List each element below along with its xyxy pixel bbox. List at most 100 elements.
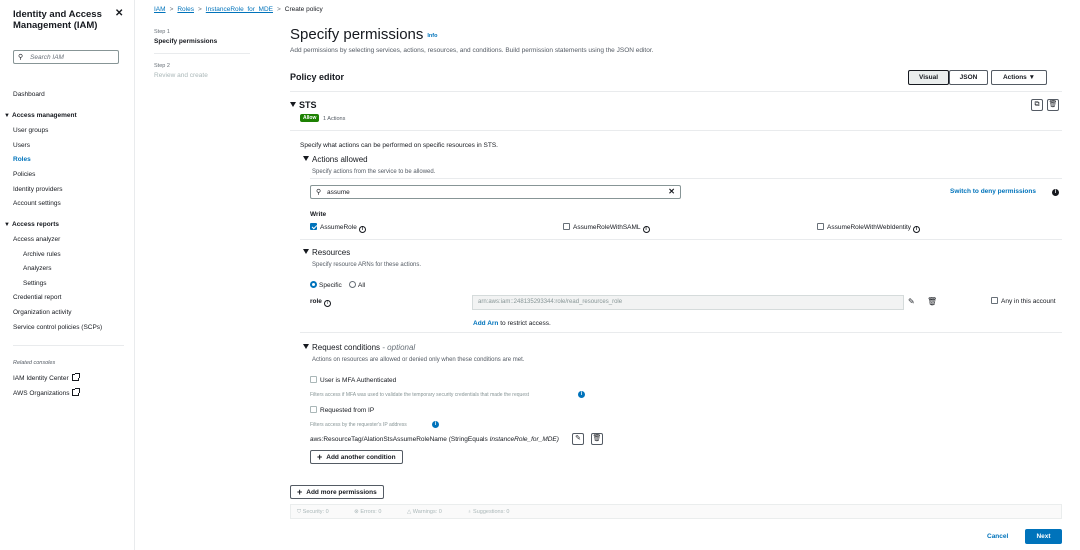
resources-desc: Specify resource ARNs for these actions.	[312, 262, 422, 268]
info-icon[interactable]: i	[642, 226, 650, 233]
effect-badge: Allow	[300, 114, 320, 122]
external-link-icon	[71, 373, 80, 381]
sidebar-item-credential-report[interactable]: Credential report	[13, 294, 61, 301]
radio-selected-icon[interactable]	[310, 281, 317, 288]
checkbox-icon[interactable]	[817, 223, 824, 230]
cancel-button[interactable]: Cancel	[987, 533, 1008, 540]
caret-down-icon	[303, 344, 309, 349]
step-2-text: Review and create	[154, 72, 208, 79]
role-arn-input[interactable]: arn:aws:iam::248135293344:role/read_reso…	[472, 295, 904, 310]
ip-condition[interactable]: Requested from IP	[310, 406, 374, 414]
resources-header[interactable]: Resources	[303, 248, 350, 257]
chevron-right-icon: >	[169, 6, 174, 13]
add-arn-link[interactable]: Add Arn	[473, 320, 498, 327]
mfa-condition[interactable]: User is MFA Authenticated	[310, 376, 396, 384]
info-icon[interactable]: i	[323, 300, 331, 307]
caret-down-icon	[303, 156, 309, 161]
related-consoles-label: Related consoles	[13, 360, 56, 366]
sidebar-item-settings[interactable]: Settings	[23, 280, 47, 287]
chevron-right-icon: >	[197, 6, 202, 13]
breadcrumb-iam[interactable]: IAM	[154, 6, 166, 13]
delete-icon[interactable]: 🗑	[591, 433, 603, 445]
divider	[310, 178, 1062, 179]
sidebar-item-roles[interactable]: Roles	[13, 156, 31, 163]
chevron-right-icon: >	[276, 6, 281, 13]
add-condition-button[interactable]: + Add another condition	[310, 450, 403, 464]
section-access-management[interactable]: ▼ Access management	[4, 112, 77, 119]
edit-icon[interactable]: ✎	[908, 297, 915, 306]
action-assumerolewithwebidentity[interactable]: AssumeRoleWithWebIdentity i	[817, 223, 921, 233]
sidebar-item-organization-activity[interactable]: Organization activity	[13, 309, 72, 316]
caret-down-icon	[290, 102, 296, 107]
info-icon[interactable]: i	[578, 390, 585, 398]
radio-specific[interactable]: Specific	[310, 281, 342, 289]
security-count: ⛉ Security: 0	[297, 509, 329, 515]
info-icon[interactable]: i	[432, 420, 439, 428]
sidebar-item-analyzers[interactable]: Analyzers	[23, 265, 52, 272]
next-button[interactable]: Next	[1025, 529, 1062, 544]
any-in-account-checkbox[interactable]: Any in this account	[991, 297, 1056, 305]
tab-json[interactable]: JSON	[949, 70, 988, 85]
checkbox-icon[interactable]	[991, 297, 998, 304]
add-arn-row: Add Arn to restrict access.	[473, 320, 551, 327]
info-icon[interactable]: i	[913, 226, 921, 233]
sidebar-item-access-analyzer[interactable]: Access analyzer	[13, 236, 60, 243]
external-link-icon	[72, 388, 81, 396]
warnings-count: △ Warnings: 0	[406, 509, 442, 515]
info-link[interactable]: Info	[427, 33, 437, 39]
policy-validation-bar[interactable]: ⛉ Security: 0 ⊗ Errors: 0 △ Warnings: 0 …	[290, 504, 1062, 519]
policy-editor-title: Policy editor	[290, 72, 345, 82]
sidebar-item-account-settings[interactable]: Account settings	[13, 200, 61, 207]
checkbox-icon[interactable]	[310, 406, 317, 413]
action-search-input[interactable]: ⚲ assume ✕	[310, 185, 681, 199]
checkbox-checked-icon[interactable]	[310, 223, 317, 230]
info-icon[interactable]: i	[1050, 187, 1059, 196]
main-content: Specify permissions Info Add permissions …	[290, 0, 1062, 550]
sidebar-item-archive-rules[interactable]: Archive rules	[23, 251, 61, 258]
conditions-desc: Actions on resources are allowed or deni…	[312, 357, 525, 363]
write-label: Write	[310, 211, 327, 218]
sidebar-item-users[interactable]: Users	[13, 142, 30, 149]
ip-desc: Filters access by the requester's IP add…	[310, 422, 407, 428]
add-more-permissions-button[interactable]: + Add more permissions	[290, 485, 384, 499]
mfa-desc: Filters access if MFA was used to valida…	[310, 392, 529, 398]
plus-icon: +	[317, 452, 323, 462]
sidebar-item-scps[interactable]: Service control policies (SCPs)	[13, 324, 102, 331]
action-assumerolewithsaml[interactable]: AssumeRoleWithSAML i	[563, 223, 650, 233]
action-assumerole[interactable]: AssumeRole i	[310, 223, 366, 233]
checkbox-icon[interactable]	[310, 376, 317, 383]
duplicate-icon[interactable]: ⧉	[1031, 99, 1043, 111]
divider	[300, 239, 1062, 240]
switch-deny-link[interactable]: Switch to deny permissions	[950, 188, 1036, 195]
sidebar-item-identity-providers[interactable]: Identity providers	[13, 186, 63, 193]
sidebar-item-iam-identity-center[interactable]: IAM Identity Center	[13, 373, 80, 382]
close-icon[interactable]: ✕	[115, 8, 123, 19]
breadcrumb-role[interactable]: InstanceRole_for_MDE	[206, 6, 273, 13]
errors-count: ⊗ Errors: 0	[354, 509, 382, 515]
caret-down-icon: ▼	[4, 113, 10, 119]
radio-icon[interactable]	[349, 281, 356, 288]
breadcrumb-roles[interactable]: Roles	[177, 6, 194, 13]
sidebar-title: Identity and Access Management (IAM)	[13, 9, 102, 31]
sidebar-item-aws-organizations[interactable]: AWS Organizations	[13, 388, 81, 397]
actions-allowed-header[interactable]: Actions allowed	[303, 155, 368, 164]
actions-dropdown[interactable]: Actions ▼	[991, 70, 1047, 85]
request-conditions-header[interactable]: Request conditions - optional	[303, 343, 415, 352]
section-access-reports[interactable]: ▼ Access reports	[4, 221, 59, 228]
search-icon: ⚲	[316, 189, 322, 196]
caret-down-icon	[303, 249, 309, 254]
checkbox-icon[interactable]	[563, 223, 570, 230]
search-iam-input[interactable]: ⚲ Search IAM	[13, 50, 119, 64]
edit-icon[interactable]: ✎	[572, 433, 584, 445]
delete-icon[interactable]: 🗑	[927, 297, 937, 306]
tab-visual[interactable]: Visual	[908, 70, 949, 85]
service-header[interactable]: STS	[290, 100, 317, 110]
clear-icon[interactable]: ✕	[668, 187, 675, 196]
radio-all[interactable]: All	[349, 281, 365, 289]
sidebar-item-user-groups[interactable]: User groups	[13, 127, 48, 134]
delete-icon[interactable]: 🗑	[1047, 99, 1059, 111]
sidebar-item-dashboard[interactable]: Dashboard	[13, 91, 45, 98]
sidebar-item-policies[interactable]: Policies	[13, 171, 35, 178]
caret-down-icon: ▼	[1028, 74, 1036, 81]
info-icon[interactable]: i	[358, 226, 366, 233]
